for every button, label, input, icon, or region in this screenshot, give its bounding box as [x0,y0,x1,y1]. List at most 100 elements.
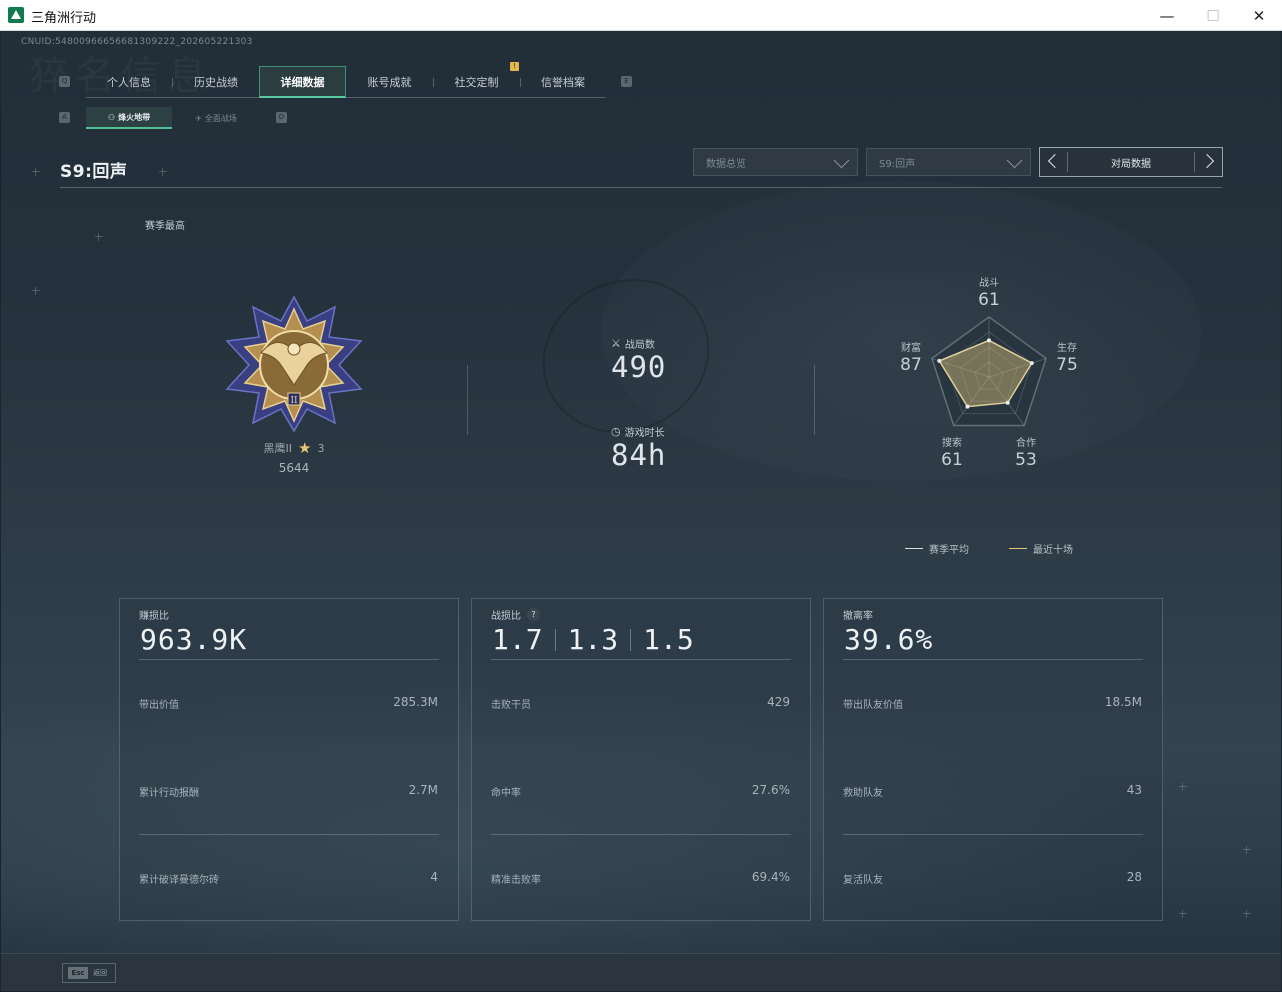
operators-defeated-label: 击败干员 [491,700,531,711]
radar-value-combat: 61 [978,290,1000,310]
season-best-label: 赛季最高 [145,221,185,232]
game-screen: 猝名信息 CNUID:548009666566813092​22_2026052… [1,31,1281,991]
radar-point-0 [987,338,991,343]
star-icon: ★ [298,439,312,457]
teammates-revived-value: 28 [1126,870,1142,884]
hit-rate-value: 27.6% [751,783,790,797]
deco-crosshair [1243,910,1251,918]
deco-crosshair [1243,846,1251,854]
matches-label: 战局数 [624,340,655,351]
rank-badge-numeral: II [290,396,298,406]
minimize-button[interactable]: — [1144,0,1190,31]
chevron-down-icon [1006,152,1023,169]
panel-title-row: 战损比 ? [491,607,540,622]
legend-line-recent [1009,548,1027,549]
panel-divider [139,834,439,835]
data-type-dropdown-value: 数据总览 [706,158,746,170]
divider [1194,152,1195,172]
panel-divider [491,834,791,835]
radar-label-teamwork: 合作 [1016,438,1036,449]
tab-full-battlefield-label: 全面战场 [204,113,237,123]
tab-reputation[interactable]: 信誉档案 [520,66,606,98]
radar-value-search: 61 [941,450,963,470]
season-title: S9:回声 [60,162,128,182]
tab-match-history[interactable]: 历史战绩 [173,66,259,98]
legend-recent-ten: 最近十场 [1009,541,1073,556]
teammates-rescued-label: 救助队友 [843,788,883,799]
rank-stars: 3 [317,441,325,455]
key-hint-a: A [59,112,70,123]
close-button[interactable]: ✕ [1236,0,1282,31]
mandel-brick-value: 4 [430,870,438,884]
panel-title: 赚损比 [139,611,169,622]
operators-defeated-value: 429 [767,695,790,709]
esc-key-icon: Esc [68,967,88,979]
tab-personal-info[interactable]: 个人信息 [86,66,172,98]
kd-ratio-panel: 战损比 ? 1.7 1.3 1.5 击败干员 429 命中率 27.6% 精准击… [471,598,811,921]
chevron-left-icon[interactable] [1047,153,1063,169]
tab-achievements[interactable]: 账号成就 [346,66,433,98]
tab-social-custom[interactable]: 社交定制 [433,66,520,98]
kd-value-2: 1.3 [567,623,619,656]
radar-point-2 [1005,400,1010,405]
divider [630,628,632,651]
app-logo-icon [8,7,24,23]
season-dropdown-value: S9:回声 [879,158,916,170]
deco-crosshair [159,168,167,176]
panel-divider [843,834,1143,835]
extracted-value: 285.3M [393,695,438,709]
clock-icon: ◷ [611,425,621,438]
rank-badge-icon: II [225,295,363,433]
radar-label-combat: 战斗 [979,278,999,289]
precision-kill-label: 精准击败率 [491,875,541,886]
hazard-zone-icon: ⚇ [107,112,116,122]
maximize-button[interactable]: ☐ [1190,0,1236,31]
rank-score: 5644 [278,461,310,475]
tab-full-battlefield[interactable]: ✈ 全面战场 [173,107,259,129]
rank-name: 黑鹰II [263,442,293,455]
footer-bar: Esc 返回 [1,953,1281,991]
kd-values: 1.7 1.3 1.5 [492,623,694,656]
teammates-rescued-value: 43 [1126,783,1142,797]
tab-hazard-zone[interactable]: ⚇ 烽火地带 [86,107,172,129]
deco-crosshair [32,287,40,295]
divider [554,628,556,651]
precision-kill-value: 69.4% [751,870,790,884]
teammate-value: 18.5M [1104,695,1142,709]
deco-crosshair [95,233,103,241]
profit-ratio-value: 963.9K [140,623,248,656]
tab-detailed-data[interactable]: 详细数据 [259,66,346,98]
crossed-swords-icon: ⚔ [611,337,621,350]
main-tab-bar: Q 个人信息 历史战绩 详细数据 账号成就 社交定制 信誉档案 ! E [59,62,639,98]
key-hint-e: E [621,76,632,87]
help-icon[interactable]: ? [527,608,540,621]
divider [814,365,815,435]
divider [467,365,468,435]
radar-point-4 [937,358,942,363]
panel-divider [843,659,1143,660]
window-titlebar: 三角洲行动 — ☐ ✕ [0,0,1282,31]
key-hint-q: Q [59,76,70,87]
season-dropdown[interactable]: S9:回声 [866,148,1031,176]
rank-name-row: 黑鹰II ★ 3 [223,439,365,457]
match-data-button[interactable]: 对局数据 [1039,147,1223,177]
tab-list: 个人信息 历史战绩 详细数据 账号成就 社交定制 信誉档案 ! [86,62,606,98]
back-label: 返回 [93,969,107,977]
chevron-right-icon[interactable] [1199,153,1215,169]
deco-crosshair [32,168,40,176]
radar-value-teamwork: 53 [1015,450,1037,470]
data-type-dropdown[interactable]: 数据总览 [693,148,858,176]
legend-line-average [905,548,923,549]
radar-point-3 [965,404,970,409]
extraction-rate-panel: 撤离率 39.6% 带出队友价值 18.5M 救助队友 43 复活队友 28 [823,598,1163,921]
radar-label-search: 搜索 [942,438,962,449]
chevron-down-icon [833,152,850,169]
playtime-label-row: ◷ 游戏时长 [611,424,665,439]
user-id-label: CNUID:548009666566813092​22_202605221303 [21,37,253,47]
radar-label-survival: 生存 [1057,343,1077,354]
radar-value-survival: 75 [1056,355,1078,375]
header-divider [60,187,1222,188]
window-title: 三角洲行动 [31,11,97,26]
back-button[interactable]: Esc 返回 [62,963,116,983]
radar-point-1 [1029,361,1034,366]
